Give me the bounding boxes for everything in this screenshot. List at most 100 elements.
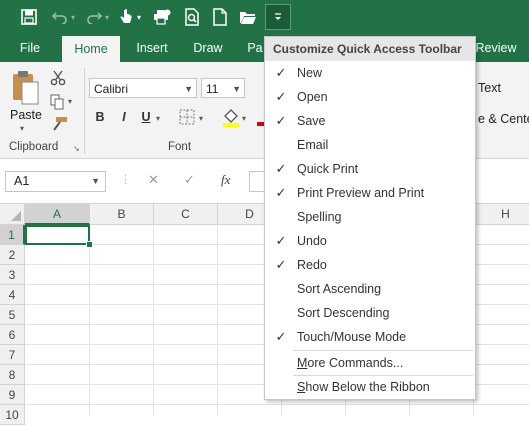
- menu-item-label: Print Preview and Print: [297, 186, 425, 200]
- bold-button[interactable]: B: [92, 110, 108, 124]
- wrap-text-button[interactable]: Text: [478, 81, 501, 95]
- menu-item-redo[interactable]: ✓ Redo: [265, 253, 475, 277]
- column-header[interactable]: H: [474, 204, 529, 224]
- font-group-label: Font: [168, 141, 192, 153]
- select-all-corner[interactable]: [0, 204, 25, 224]
- menu-item-touch-mouse-mode[interactable]: ✓ Touch/Mouse Mode: [265, 325, 475, 349]
- menu-item-new[interactable]: ✓ New: [265, 61, 475, 85]
- fill-color-dropdown-icon[interactable]: ▾: [242, 114, 246, 123]
- row-header[interactable]: 2: [0, 245, 25, 265]
- menu-item-label: Touch/Mouse Mode: [297, 330, 407, 344]
- chevron-down-icon: ▼: [232, 84, 241, 94]
- menu-item-label: More Commands...: [297, 356, 404, 370]
- tab-review[interactable]: Review: [474, 34, 518, 62]
- font-size-value: 11: [206, 82, 219, 96]
- paste-dropdown-icon[interactable]: ▾: [20, 124, 24, 133]
- name-box-value: A1: [14, 174, 30, 188]
- menu-item-label: Sort Ascending: [297, 282, 382, 296]
- print-preview-icon[interactable]: [180, 6, 204, 28]
- enter-icon[interactable]: ✓: [184, 172, 195, 188]
- row-header[interactable]: 6: [0, 325, 25, 345]
- row-header[interactable]: 9: [0, 385, 25, 405]
- row-header[interactable]: 10: [0, 405, 25, 425]
- menu-item-label: Show Below the Ribbon: [297, 380, 430, 394]
- menu-item-open[interactable]: ✓ Open: [265, 85, 475, 109]
- more-dots-icon: ⋮: [120, 174, 131, 186]
- underline-button[interactable]: U: [138, 110, 154, 124]
- column-header[interactable]: B: [90, 204, 154, 224]
- menu-item-label: Undo: [297, 234, 327, 248]
- menu-item-undo[interactable]: ✓ Undo: [265, 229, 475, 253]
- row-header[interactable]: 3: [0, 265, 25, 285]
- grid-line: [25, 404, 529, 405]
- formula-input[interactable]: [249, 171, 265, 192]
- menu-item-show-below-ribbon[interactable]: Show Below the Ribbon: [265, 375, 475, 399]
- menu-item-label: Sort Descending: [297, 306, 390, 320]
- paste-button[interactable]: Paste: [10, 108, 42, 122]
- format-painter-icon[interactable]: [50, 116, 68, 132]
- menu-item-save[interactable]: ✓ Save: [265, 109, 475, 133]
- borders-dropdown-icon[interactable]: ▾: [199, 114, 203, 123]
- checkmark-icon: ✓: [275, 89, 287, 104]
- tab-draw[interactable]: Draw: [186, 34, 230, 62]
- checkmark-icon: ✓: [275, 233, 287, 248]
- row-header[interactable]: 8: [0, 365, 25, 385]
- column-header[interactable]: A: [25, 204, 90, 225]
- menu-item-sort-ascending[interactable]: Sort Ascending: [265, 277, 475, 301]
- tab-file[interactable]: File: [8, 34, 52, 62]
- menu-item-quick-print[interactable]: ✓ Quick Print: [265, 157, 475, 181]
- undo-dropdown-icon[interactable]: ▾: [68, 6, 78, 28]
- menu-item-print-preview[interactable]: ✓ Print Preview and Print: [265, 181, 475, 205]
- insert-function-button[interactable]: fx: [221, 172, 230, 188]
- fill-handle[interactable]: [86, 241, 93, 248]
- font-name-combo[interactable]: Calibri ▼: [89, 78, 197, 98]
- cancel-icon[interactable]: ✕: [148, 172, 159, 188]
- chevron-down-icon: ▼: [91, 176, 100, 186]
- menu-item-spelling[interactable]: Spelling: [265, 205, 475, 229]
- touch-dropdown-icon[interactable]: ▾: [134, 6, 144, 28]
- row-header[interactable]: 4: [0, 285, 25, 305]
- menu-title: Customize Quick Access Toolbar: [265, 37, 475, 61]
- menu-item-more-commands[interactable]: More Commands...: [265, 351, 475, 375]
- menu-item-label: Quick Print: [297, 162, 359, 176]
- tab-page-layout[interactable]: Pa: [246, 34, 264, 62]
- new-file-icon[interactable]: [208, 6, 232, 28]
- paste-icon[interactable]: [10, 70, 40, 106]
- borders-icon[interactable]: [179, 109, 195, 125]
- clipboard-launcher-icon[interactable]: ↘: [73, 144, 80, 153]
- customize-toolbar-icon[interactable]: [265, 4, 291, 30]
- menu-item-email[interactable]: Email: [265, 133, 475, 157]
- checkmark-icon: ✓: [275, 329, 287, 344]
- merge-center-button[interactable]: e & Cente: [478, 112, 529, 126]
- column-header[interactable]: C: [154, 204, 218, 224]
- save-icon[interactable]: [17, 6, 41, 28]
- chevron-down-icon: ▼: [184, 84, 193, 94]
- redo-dropdown-icon[interactable]: ▾: [102, 6, 112, 28]
- checkmark-icon: ✓: [275, 161, 287, 176]
- italic-button[interactable]: I: [116, 110, 132, 124]
- checkmark-icon: ✓: [275, 65, 287, 80]
- row-header[interactable]: 5: [0, 305, 25, 325]
- row-header[interactable]: 1: [0, 225, 25, 245]
- menu-item-label: Redo: [297, 258, 327, 272]
- row-header[interactable]: 7: [0, 345, 25, 365]
- active-cell[interactable]: [25, 225, 90, 245]
- copy-dropdown-icon[interactable]: ▾: [68, 97, 72, 106]
- checkmark-icon: ✓: [275, 113, 287, 128]
- font-size-combo[interactable]: 11 ▼: [201, 78, 245, 98]
- customize-qat-menu: Customize Quick Access Toolbar ✓ New ✓ O…: [264, 36, 476, 400]
- quick-print-icon[interactable]: [150, 6, 174, 28]
- cut-icon[interactable]: [50, 70, 66, 86]
- name-box[interactable]: A1 ▼: [5, 171, 106, 192]
- copy-icon[interactable]: [50, 94, 66, 110]
- underline-dropdown-icon[interactable]: ▾: [156, 114, 160, 123]
- open-folder-icon[interactable]: [236, 6, 260, 28]
- fill-color-icon[interactable]: [222, 108, 240, 128]
- menu-item-label: Open: [297, 90, 328, 104]
- tab-insert[interactable]: Insert: [128, 34, 176, 62]
- quick-access-toolbar: ▾ ▾ ▾: [0, 0, 529, 34]
- checkmark-icon: ✓: [275, 185, 287, 200]
- menu-item-sort-descending[interactable]: Sort Descending: [265, 301, 475, 325]
- checkmark-icon: ✓: [275, 257, 287, 272]
- tab-home[interactable]: Home: [62, 36, 120, 62]
